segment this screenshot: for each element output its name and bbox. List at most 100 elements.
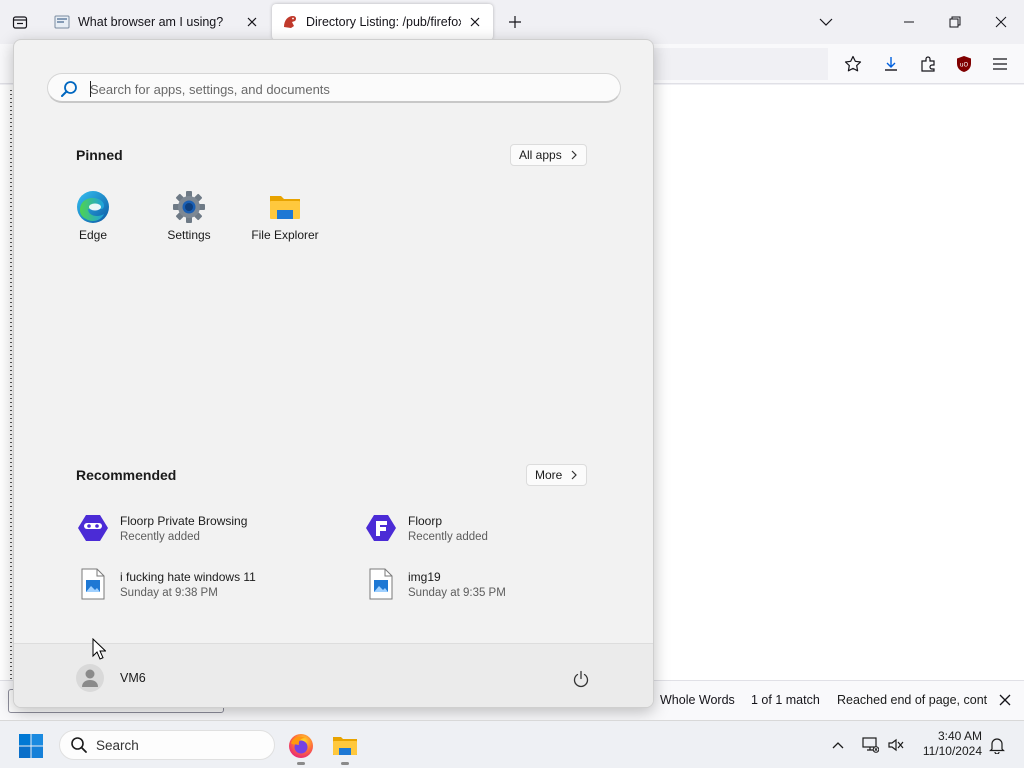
hamburger-menu-icon (993, 58, 1007, 70)
app-menu-button[interactable] (988, 52, 1012, 76)
recommended-item-name: Floorp Private Browsing (120, 513, 248, 528)
recommended-item[interactable]: i fucking hate windows 11 Sunday at 9:38… (76, 564, 336, 604)
whole-words-checkbox-label[interactable]: Whole Words (660, 693, 735, 707)
page-dotted-border (10, 90, 12, 680)
taskbar-clock[interactable]: 3:40 AM 11/10/2024 (914, 729, 982, 759)
tab-title: Directory Listing: /pub/firefox/r (306, 15, 461, 29)
list-all-tabs-button[interactable] (812, 8, 840, 36)
close-window-button[interactable] (987, 8, 1015, 36)
recommended-item[interactable]: Floorp Private Browsing Recently added (76, 508, 336, 548)
close-icon (470, 17, 480, 27)
taskbar-app-file-explorer[interactable] (329, 730, 361, 765)
close-icon (247, 17, 257, 27)
pinned-app-settings[interactable]: Settings (145, 190, 233, 250)
start-search-box[interactable] (47, 73, 621, 103)
floorp-icon (364, 511, 398, 545)
pinned-section-title: Pinned (76, 147, 123, 163)
pinned-app-label: Edge (78, 228, 108, 242)
tab-title: What browser am I using? (78, 15, 224, 29)
extensions-button[interactable] (916, 52, 940, 76)
recommended-item-name: img19 (408, 569, 441, 584)
close-icon (995, 16, 1007, 28)
volume-status[interactable] (884, 733, 908, 757)
taskbar-search[interactable]: Search (59, 730, 275, 760)
clock-time: 3:40 AM (937, 729, 982, 743)
page-favicon-icon (54, 15, 70, 29)
find-status: Reached end of page, continued from top (837, 693, 987, 707)
running-indicator (341, 762, 349, 765)
firefox-view-icon (12, 16, 28, 29)
power-button[interactable] (568, 666, 594, 692)
all-apps-button[interactable]: All apps (510, 144, 587, 166)
search-icon (71, 737, 87, 753)
image-file-icon (364, 567, 398, 601)
restore-icon (949, 16, 961, 28)
recommended-item-subtitle: Recently added (408, 530, 488, 543)
minimize-button[interactable] (895, 8, 923, 36)
speaker-muted-icon (888, 738, 904, 752)
mozilla-dino-icon (284, 16, 297, 28)
chevron-right-icon (571, 150, 577, 160)
plus-icon (509, 16, 521, 28)
taskbar-search-label: Search (96, 737, 139, 753)
chevron-down-icon (819, 18, 833, 26)
tab-what-browser[interactable]: What browser am I using? (44, 4, 270, 40)
new-tab-button[interactable] (503, 10, 527, 34)
taskbar-app-firefox[interactable] (285, 730, 317, 765)
pinned-app-file-explorer[interactable]: File Explorer (241, 190, 329, 250)
close-icon (999, 694, 1011, 706)
all-apps-label: All apps (519, 148, 562, 162)
pinned-app-edge[interactable]: Edge (49, 190, 137, 250)
recommended-item-name: i fucking hate windows 11 (120, 569, 256, 584)
restore-button[interactable] (941, 8, 969, 36)
windows-start-button[interactable] (18, 733, 44, 759)
svg-text:uO: uO (960, 62, 969, 69)
recommended-item-name: Floorp (408, 513, 443, 528)
edge-icon (77, 191, 109, 223)
folder-icon (270, 196, 300, 219)
text-caret (90, 81, 91, 97)
bell-icon (989, 738, 1005, 754)
ublock-origin-button[interactable]: uO (952, 52, 976, 76)
find-match-count: 1 of 1 match (751, 693, 820, 707)
close-tab-button[interactable] (467, 14, 483, 30)
recommended-item[interactable]: Floorp Recently added (364, 508, 624, 548)
chevron-up-icon (832, 742, 844, 749)
close-find-bar-button[interactable] (994, 689, 1016, 711)
recommended-item-subtitle: Sunday at 9:35 PM (408, 586, 506, 599)
downloads-button[interactable] (879, 52, 903, 76)
close-tab-button[interactable] (244, 14, 260, 30)
recommended-item-subtitle: Sunday at 9:38 PM (120, 586, 218, 599)
image-file-icon (76, 567, 110, 601)
recommended-section-title: Recommended (76, 467, 177, 483)
recommended-item-subtitle: Recently added (120, 530, 200, 543)
recommended-item[interactable]: img19 Sunday at 9:35 PM (364, 564, 624, 604)
notifications-button[interactable] (985, 733, 1009, 757)
bookmark-star-button[interactable] (841, 52, 865, 76)
avatar (76, 664, 104, 692)
tab-directory-listing[interactable]: Directory Listing: /pub/firefox/r (272, 4, 493, 40)
ublock-shield-icon: uO (957, 56, 971, 72)
firefox-icon (289, 734, 313, 758)
mouse-cursor-icon (92, 638, 106, 660)
firefox-view-button[interactable] (8, 10, 32, 34)
user-icon (82, 669, 98, 687)
more-button[interactable]: More (526, 464, 588, 486)
power-icon (573, 670, 589, 688)
url-bar[interactable] (640, 48, 828, 80)
folder-icon (333, 737, 357, 755)
user-name: VM6 (120, 671, 146, 685)
show-hidden-icons-button[interactable] (826, 733, 850, 757)
network-status[interactable] (858, 733, 882, 757)
start-menu: Pinned All apps Edge (13, 39, 654, 708)
taskbar: Search 3:40 AM 11/10/2024 (0, 720, 1024, 768)
download-icon (885, 57, 897, 71)
search-icon (61, 81, 77, 97)
running-indicator (297, 762, 305, 765)
more-label: More (535, 468, 563, 482)
chevron-right-icon (571, 470, 578, 480)
pinned-app-label: File Explorer (251, 228, 319, 242)
user-account-button[interactable]: VM6 (76, 663, 146, 693)
start-search-input[interactable] (90, 79, 590, 99)
minimize-icon (904, 21, 914, 23)
